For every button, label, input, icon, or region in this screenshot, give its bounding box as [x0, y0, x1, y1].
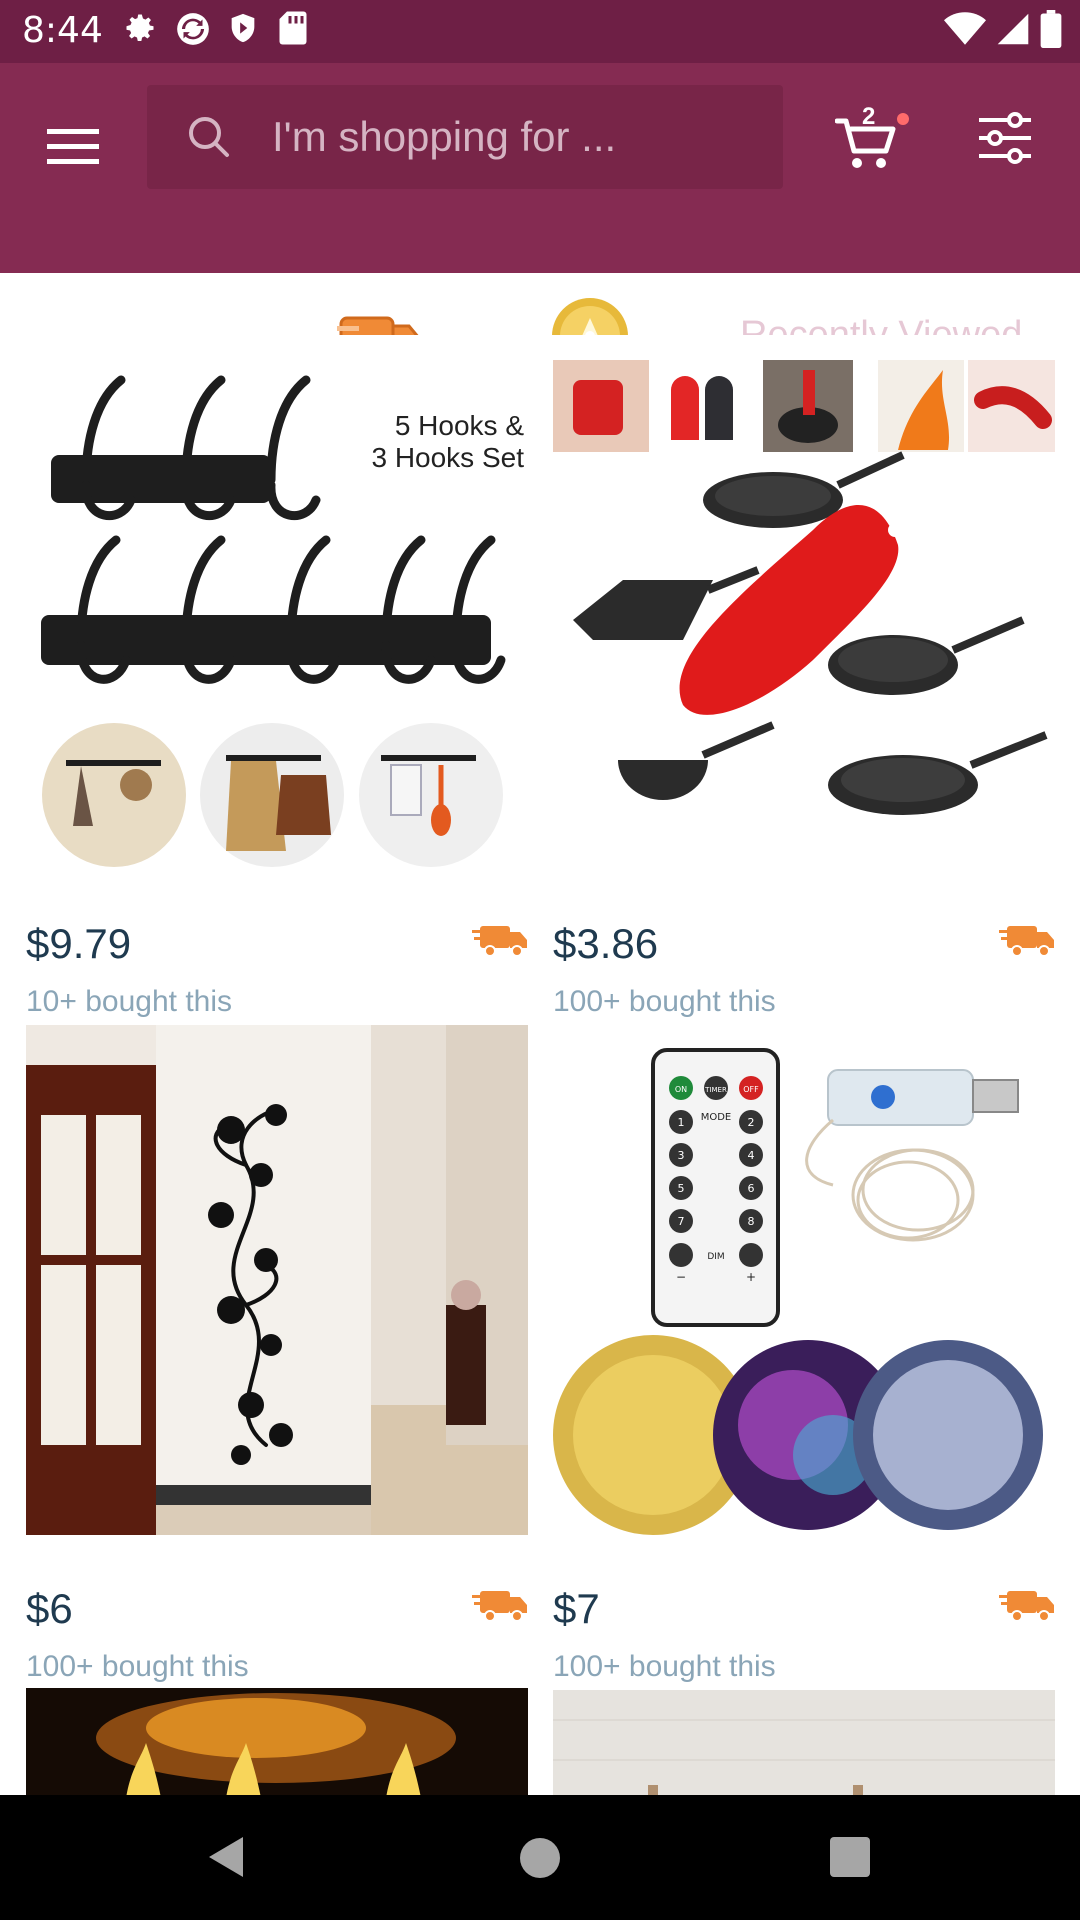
remote-key-8: 8 — [748, 1215, 755, 1228]
product-image-candles — [26, 1688, 528, 1795]
image-caption-line-2: 3 Hooks Set — [371, 442, 524, 473]
fast-shipping-truck-icon — [472, 926, 527, 957]
wifi-icon — [944, 11, 986, 52]
product-image-skillet-handle — [553, 360, 1055, 870]
remote-key-4: 4 — [748, 1149, 755, 1162]
recent-apps-icon[interactable] — [830, 1837, 870, 1877]
remote-timer-label: TIMER — [704, 1086, 727, 1094]
product-price: $7 — [553, 1585, 600, 1632]
cart-button[interactable]: 2 — [835, 101, 915, 181]
menu-button[interactable] — [40, 113, 106, 179]
product-image-fairy-lights: ON TIMER OFF MODE 1 2 3 4 5 6 7 8 DIM − … — [553, 1025, 1055, 1535]
fast-shipping-truck-icon — [472, 1591, 527, 1622]
product-price: $9.79 — [26, 920, 132, 967]
product-bought-count: 100+ bought this — [26, 1650, 249, 1683]
cart-count-badge: 2 — [862, 103, 876, 130]
gear-icon — [122, 10, 160, 48]
remote-key-6: 6 — [748, 1182, 755, 1195]
product-card[interactable]: 5 Hooks & 3 Hooks Set $9.79 10+ bought t… — [26, 360, 528, 1018]
sync-icon — [174, 10, 212, 48]
remote-mode-label: MODE — [701, 1112, 732, 1123]
remote-minus-label: − — [676, 1270, 686, 1284]
system-navigation-bar — [0, 1795, 1080, 1920]
remote-key-1: 1 — [678, 1116, 685, 1129]
search-input[interactable] — [272, 107, 762, 167]
product-card[interactable]: ON TIMER OFF MODE 1 2 3 4 5 6 7 8 DIM − … — [553, 1025, 1055, 1683]
remote-key-2: 2 — [748, 1116, 755, 1129]
remote-plus-label: + — [746, 1270, 756, 1284]
sd-card-icon — [278, 10, 316, 48]
back-icon[interactable] — [205, 1835, 245, 1879]
remote-key-5: 5 — [678, 1182, 685, 1195]
image-caption-line-1: 5 Hooks & — [395, 410, 524, 441]
remote-off-label: OFF — [743, 1085, 759, 1094]
product-price: $6 — [26, 1585, 73, 1632]
status-time: 8:44 — [22, 10, 103, 51]
fast-shipping-truck-icon — [999, 1591, 1054, 1622]
product-grid: 5 Hooks & 3 Hooks Set $9.79 10+ bought t… — [0, 335, 1080, 1795]
filter-button[interactable] — [975, 108, 1035, 168]
cart-notification-dot — [897, 113, 909, 125]
product-image-partial — [553, 1690, 1055, 1795]
signal-icon — [996, 11, 1030, 52]
remote-key-3: 3 — [678, 1149, 685, 1162]
fast-shipping-truck-icon — [999, 926, 1054, 957]
remote-key-7: 7 — [678, 1215, 685, 1228]
product-card[interactable] — [553, 1690, 1055, 1795]
product-bought-count: 10+ bought this — [26, 985, 233, 1018]
filter-sliders-icon — [979, 112, 1031, 164]
product-bought-count: 100+ bought this — [553, 985, 776, 1018]
search-icon — [189, 117, 229, 157]
product-price: $3.86 — [553, 920, 659, 967]
shield-icon — [226, 10, 264, 48]
app-bar: 2 Popular — [0, 63, 1080, 398]
remote-dim-label: DIM — [707, 1252, 724, 1262]
remote-on-label: ON — [675, 1085, 687, 1094]
hamburger-menu-icon — [47, 129, 99, 164]
product-image-wall-hooks: 5 Hooks & 3 Hooks Set — [26, 360, 528, 870]
home-icon[interactable] — [520, 1838, 560, 1878]
product-card[interactable] — [26, 1688, 528, 1795]
search-box[interactable] — [147, 85, 783, 189]
status-bar: 8:44 — [0, 0, 1080, 63]
product-card[interactable]: $3.86 100+ bought this — [553, 360, 1055, 1018]
battery-icon — [1040, 10, 1062, 53]
product-bought-count: 100+ bought this — [553, 1650, 776, 1683]
product-card[interactable]: $6 100+ bought this — [26, 1025, 528, 1683]
product-image-wall-decal — [26, 1025, 528, 1535]
